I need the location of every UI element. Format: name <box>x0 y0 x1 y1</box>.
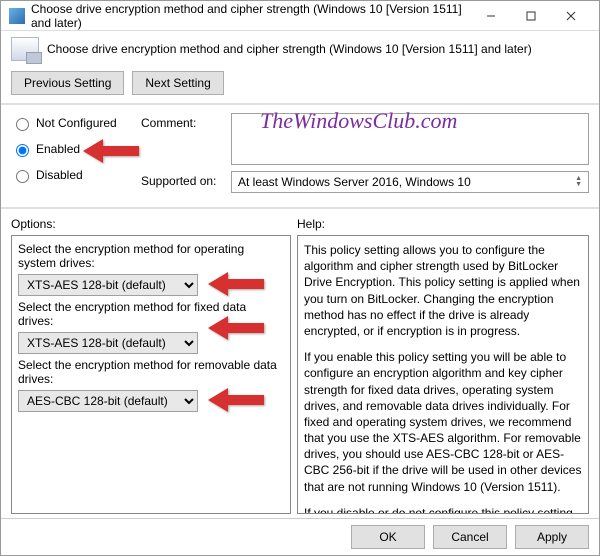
radio-not-configured-input[interactable] <box>16 118 29 131</box>
maximize-button[interactable] <box>511 2 551 30</box>
radio-disabled-input[interactable] <box>16 170 29 183</box>
option-os-select[interactable]: XTS-AES 128-bit (default) <box>18 274 198 296</box>
comment-textarea[interactable] <box>231 113 589 165</box>
nav-buttons: Previous Setting Next Setting <box>1 67 599 105</box>
supported-spinner[interactable]: ▲▼ <box>575 176 582 188</box>
radio-disabled[interactable]: Disabled <box>11 167 131 183</box>
header: Choose drive encryption method and ciphe… <box>1 31 599 67</box>
options-label: Options: <box>11 215 291 235</box>
radio-not-configured-label: Not Configured <box>36 116 117 130</box>
comment-label: Comment: <box>141 113 231 130</box>
supported-on-field: At least Windows Server 2016, Windows 10… <box>231 171 589 193</box>
next-setting-button[interactable]: Next Setting <box>132 71 223 95</box>
titlebar: Choose drive encryption method and ciphe… <box>1 1 599 31</box>
option-removable-select[interactable]: AES-CBC 128-bit (default) <box>18 390 198 412</box>
annotation-arrow-icon <box>83 137 139 165</box>
header-policy-icon <box>11 37 39 61</box>
option-removable-desc: Select the encryption method for removab… <box>18 358 284 386</box>
supported-on-value: At least Windows Server 2016, Windows 10 <box>238 175 471 189</box>
option-fixed-select[interactable]: XTS-AES 128-bit (default) <box>18 332 198 354</box>
annotation-arrow-icon <box>208 386 264 414</box>
annotation-arrow-icon <box>208 314 264 342</box>
close-button[interactable] <box>551 2 591 30</box>
annotation-arrow-icon <box>208 270 264 298</box>
help-label: Help: <box>297 215 589 235</box>
radio-enabled-input[interactable] <box>16 144 29 157</box>
help-pane[interactable]: This policy setting allows you to config… <box>297 235 589 514</box>
header-text: Choose drive encryption method and ciphe… <box>47 42 532 56</box>
help-paragraph: If you disable or do not configure this … <box>304 505 582 514</box>
radio-disabled-label: Disabled <box>36 168 83 182</box>
ok-button[interactable]: OK <box>351 525 425 549</box>
supported-label: Supported on: <box>141 171 231 188</box>
help-paragraph: This policy setting allows you to config… <box>304 242 582 339</box>
policy-dialog: Choose drive encryption method and ciphe… <box>0 0 600 556</box>
options-pane: Select the encryption method for operati… <box>11 235 291 514</box>
apply-button[interactable]: Apply <box>515 525 589 549</box>
window-title: Choose drive encryption method and ciphe… <box>31 2 471 30</box>
footer: OK Cancel Apply <box>1 518 599 555</box>
minimize-button[interactable] <box>471 2 511 30</box>
panes: Options: Select the encryption method fo… <box>1 209 599 518</box>
radio-enabled-label: Enabled <box>36 142 80 156</box>
cancel-button[interactable]: Cancel <box>433 525 507 549</box>
state-section: Not Configured Enabled Disabled Comment:… <box>1 105 599 209</box>
radio-not-configured[interactable]: Not Configured <box>11 115 131 131</box>
help-paragraph: If you enable this policy setting you wi… <box>304 349 582 495</box>
option-os-desc: Select the encryption method for operati… <box>18 242 284 270</box>
previous-setting-button[interactable]: Previous Setting <box>11 71 124 95</box>
policy-icon <box>9 8 25 24</box>
